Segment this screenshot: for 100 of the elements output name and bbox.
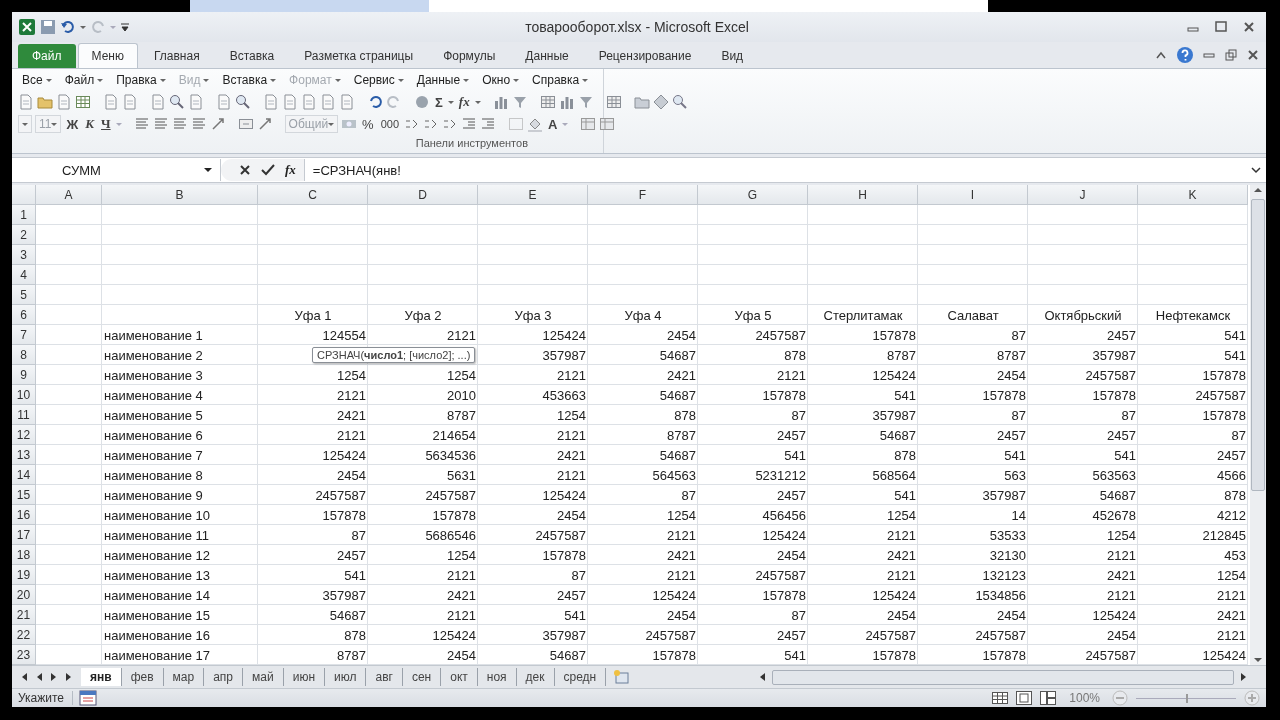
ribbon-tab[interactable]: Рецензирование — [584, 43, 706, 68]
thousands-separator-button[interactable]: 000 — [378, 118, 401, 130]
column-header[interactable]: K — [1138, 185, 1248, 205]
row-header[interactable]: 6 — [12, 305, 36, 325]
row-header[interactable]: 9 — [12, 365, 36, 385]
undo-icon[interactable] — [367, 94, 383, 110]
collapse-ribbon-icon[interactable] — [1154, 49, 1168, 61]
vertical-scrollbar[interactable] — [1250, 185, 1266, 665]
spreadsheet-icon[interactable] — [75, 94, 91, 110]
sheet-tab[interactable]: окт — [441, 668, 478, 686]
macro-record-icon[interactable] — [79, 690, 98, 706]
column-header[interactable]: J — [1028, 185, 1138, 205]
align-center-icon[interactable] — [152, 116, 169, 132]
chart-icon[interactable] — [558, 94, 575, 110]
sheet-tab[interactable]: ноя — [477, 668, 517, 686]
enter-icon[interactable] — [261, 164, 275, 176]
row-header[interactable]: 3 — [12, 245, 36, 265]
sheet-tab[interactable]: апр — [204, 668, 244, 686]
align-left-icon[interactable] — [133, 116, 150, 132]
autosum-button[interactable]: Σ — [433, 94, 445, 110]
zoom-level[interactable]: 100% — [1069, 691, 1100, 705]
menu-item[interactable]: Файл — [60, 73, 113, 87]
new-document-icon[interactable] — [18, 94, 34, 110]
diamond-icon[interactable] — [652, 94, 669, 110]
help-icon[interactable] — [1176, 46, 1194, 64]
column-header[interactable]: A — [36, 185, 102, 205]
row-header[interactable]: 11 — [12, 405, 36, 425]
row-header[interactable]: 14 — [12, 465, 36, 485]
close-icon[interactable] — [1242, 21, 1256, 33]
caret-icon[interactable] — [80, 25, 86, 29]
sheet-tab[interactable]: июл — [325, 668, 367, 686]
sheet-tab[interactable]: янв — [81, 668, 122, 686]
row-header[interactable]: 7 — [12, 325, 36, 345]
menu-item[interactable]: Вставка — [218, 73, 286, 87]
font-name-field[interactable] — [18, 115, 32, 133]
formula-field[interactable]: =СРЗНАЧ(янв! — [304, 162, 1250, 178]
fill-icon[interactable] — [527, 116, 543, 132]
page-break-view-icon[interactable] — [1039, 690, 1058, 706]
row-header[interactable]: 1 — [12, 205, 36, 225]
insert-sheet-icon[interactable] — [612, 669, 631, 685]
column-header[interactable]: E — [478, 185, 588, 205]
merge-icon[interactable] — [237, 116, 254, 132]
menu-item[interactable]: Справка — [528, 73, 598, 87]
scroll-right-icon[interactable] — [1238, 671, 1248, 683]
grid-icon[interactable] — [605, 94, 622, 110]
ribbon-tab[interactable]: Главная — [139, 43, 214, 68]
row-header[interactable]: 16 — [12, 505, 36, 525]
row-header[interactable]: 18 — [12, 545, 36, 565]
sheet-tab[interactable]: июн — [283, 668, 325, 686]
insert-function-button[interactable]: fx — [285, 162, 296, 178]
row-header[interactable]: 21 — [12, 605, 36, 625]
expand-formula-icon[interactable] — [1250, 165, 1262, 175]
font-color-button[interactable]: A — [546, 116, 560, 132]
ribbon-tab[interactable]: Вставка — [215, 43, 289, 68]
zoom-out-icon[interactable] — [1112, 690, 1128, 706]
row-header[interactable]: 20 — [12, 585, 36, 605]
column-header[interactable]: H — [808, 185, 918, 205]
zoom-in-icon[interactable] — [1244, 690, 1260, 706]
maximize-icon[interactable] — [1214, 21, 1228, 33]
row-header[interactable]: 15 — [12, 485, 36, 505]
row-header[interactable]: 13 — [12, 445, 36, 465]
menu-item[interactable]: Все — [18, 73, 61, 87]
row-header[interactable]: 4 — [12, 265, 36, 285]
menu-item[interactable]: Сервис — [349, 73, 413, 87]
column-header[interactable]: F — [588, 185, 698, 205]
normal-view-icon[interactable] — [991, 690, 1010, 706]
column-header[interactable]: D — [368, 185, 478, 205]
row-header[interactable]: 19 — [12, 565, 36, 585]
indent-icon[interactable] — [480, 116, 496, 132]
borders-icon[interactable] — [508, 116, 524, 132]
column-header[interactable]: C — [258, 185, 368, 205]
undo-icon[interactable] — [60, 19, 76, 35]
row-header[interactable]: 5 — [12, 285, 36, 305]
column-header[interactable]: B — [102, 185, 258, 205]
column-header[interactable]: G — [698, 185, 808, 205]
scroll-left-icon[interactable] — [758, 671, 768, 683]
open-folder-icon[interactable] — [37, 94, 53, 110]
row-header[interactable]: 23 — [12, 645, 36, 665]
sheet-tab[interactable]: мар — [163, 668, 205, 686]
insert-function-button[interactable]: fx — [456, 94, 472, 110]
sheet-tab[interactable]: дек — [516, 668, 555, 686]
close-icon[interactable] — [1246, 49, 1260, 61]
cancel-icon[interactable] — [239, 164, 251, 176]
row-header[interactable]: 8 — [12, 345, 36, 365]
justify-icon[interactable] — [190, 116, 207, 132]
sheet-tab[interactable]: май — [243, 668, 284, 686]
align-right-icon[interactable] — [171, 116, 188, 132]
research-icon[interactable] — [235, 94, 251, 110]
magnifier-icon[interactable] — [169, 94, 185, 110]
ribbon-tab[interactable]: Формулы — [429, 43, 510, 68]
row-header[interactable]: 12 — [12, 425, 36, 445]
ribbon-tab[interactable]: Данные — [511, 43, 583, 68]
restore-icon[interactable] — [1224, 49, 1238, 61]
underline-button[interactable]: Ч — [99, 116, 113, 132]
sheet-tab[interactable]: средн — [554, 668, 607, 686]
name-box[interactable]: СУММ — [12, 159, 221, 181]
outdent-icon[interactable] — [461, 116, 477, 132]
page-layout-icon[interactable] — [1015, 690, 1034, 706]
bold-button[interactable]: Ж — [64, 116, 81, 132]
select-all-corner[interactable] — [12, 185, 36, 205]
